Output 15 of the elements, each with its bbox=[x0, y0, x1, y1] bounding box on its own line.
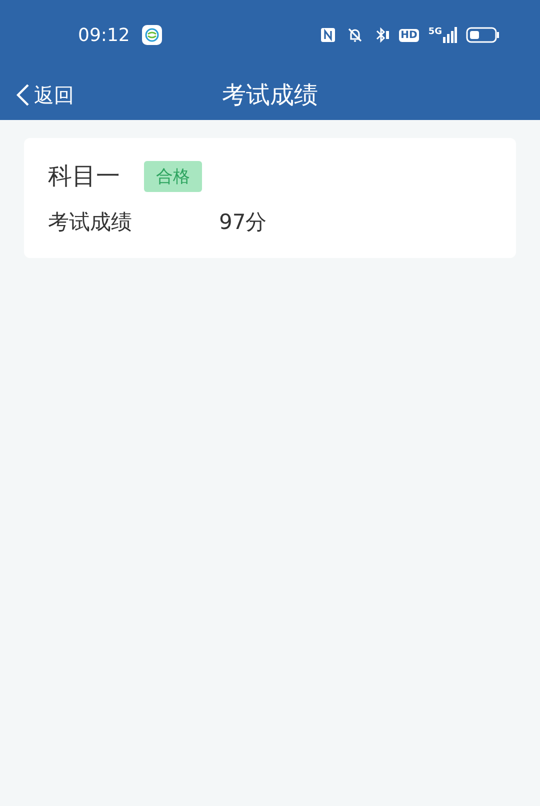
pass-badge: 合格 bbox=[144, 160, 202, 192]
page-title: 考试成绩 bbox=[222, 80, 318, 111]
app-notification-icon bbox=[142, 25, 162, 45]
score-value: 97分 bbox=[219, 209, 267, 236]
network-label: 5G bbox=[428, 27, 442, 37]
battery-icon bbox=[466, 27, 500, 43]
score-label: 考试成绩 bbox=[48, 209, 133, 236]
subject-title: 科目一 bbox=[48, 161, 120, 192]
back-button[interactable]: 返回 bbox=[16, 82, 74, 108]
nfc-icon bbox=[320, 27, 336, 43]
back-chevron-icon bbox=[16, 83, 30, 107]
status-time: 09:12 bbox=[78, 24, 130, 46]
bluetooth-icon bbox=[374, 27, 390, 43]
hd-badge: HD bbox=[398, 28, 420, 42]
signal-icon bbox=[443, 27, 457, 43]
